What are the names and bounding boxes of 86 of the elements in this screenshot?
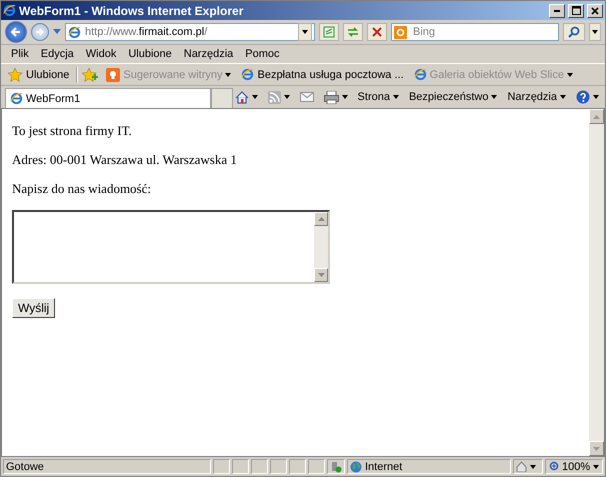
menu-item[interactable]: Widok xyxy=(80,48,122,60)
caret-icon xyxy=(252,95,258,99)
favorites-link[interactable]: Bezpłatna usługa pocztowa ... xyxy=(238,68,407,81)
minimize-button[interactable] xyxy=(549,4,565,18)
star-icon xyxy=(8,68,23,82)
compatibility-button[interactable] xyxy=(319,23,339,41)
forward-arrow-icon xyxy=(35,27,45,37)
ie-icon xyxy=(3,4,16,17)
globe-icon xyxy=(350,460,362,472)
submit-button[interactable]: Wyślij xyxy=(12,298,56,318)
caret-icon xyxy=(530,464,536,468)
forward-button[interactable] xyxy=(31,23,49,41)
zone-text: Internet xyxy=(365,460,402,472)
paragraph: Napisz do nas wiadomość: xyxy=(12,181,152,197)
caret-icon xyxy=(593,464,600,468)
caret-icon xyxy=(491,95,498,99)
status-pane xyxy=(232,459,249,474)
paragraph: To jest strona firmy IT. xyxy=(12,123,133,139)
close-icon xyxy=(372,27,382,37)
paragraph: Adres: 00-001 Warszawa ul. Warszawska 1 xyxy=(12,152,238,168)
page-icon xyxy=(323,26,335,38)
caret-icon xyxy=(342,95,348,99)
caret-icon xyxy=(284,95,290,99)
command-menu[interactable]: Strona xyxy=(356,91,401,103)
scroll-down-button[interactable] xyxy=(314,268,328,282)
refresh-icon xyxy=(347,26,359,38)
minimize-icon xyxy=(554,10,560,12)
lightbulb-icon xyxy=(106,68,120,82)
close-button[interactable] xyxy=(587,4,603,18)
status-pane xyxy=(289,459,306,474)
back-button[interactable] xyxy=(5,21,27,43)
command-menu[interactable]: Narzędzia xyxy=(505,91,568,103)
ie-icon xyxy=(414,68,427,81)
status-pane xyxy=(308,459,325,474)
caret-icon[interactable] xyxy=(53,29,61,35)
stop-button[interactable] xyxy=(367,23,387,41)
caret-icon xyxy=(560,95,566,99)
message-textarea[interactable] xyxy=(12,210,330,284)
search-icon xyxy=(568,26,580,38)
up-arrow-icon xyxy=(318,217,324,221)
scroll-up-button[interactable] xyxy=(314,212,328,226)
status-pane xyxy=(251,459,268,474)
ie-icon xyxy=(241,68,254,81)
command-menu[interactable]: Bezpieczeństwo xyxy=(406,91,500,103)
ie-icon xyxy=(10,92,23,105)
caret-icon xyxy=(392,95,399,99)
search-button[interactable] xyxy=(563,23,585,41)
house-icon xyxy=(516,461,527,472)
scroll-up-button[interactable] xyxy=(589,109,604,124)
menu-item[interactable]: Ulubione xyxy=(122,48,178,60)
zoom-button[interactable]: 100% xyxy=(545,459,603,474)
search-options-button[interactable] xyxy=(589,23,601,41)
mail-button[interactable] xyxy=(298,92,316,102)
caret-icon xyxy=(302,30,308,34)
menu-item[interactable]: Plik xyxy=(5,48,35,60)
caret-icon xyxy=(592,30,598,34)
protected-mode-icon xyxy=(330,460,342,472)
menu-item[interactable]: Edycja xyxy=(34,48,80,60)
close-icon xyxy=(591,6,599,14)
down-arrow-icon xyxy=(318,273,324,277)
down-arrow-icon xyxy=(593,446,600,450)
maximize-icon xyxy=(572,6,580,15)
window-title: WebForm1 - Windows Internet Explorer xyxy=(19,4,244,18)
help-button[interactable] xyxy=(574,90,601,104)
menu-item[interactable]: Narzędzia xyxy=(178,48,240,60)
menu-item[interactable]: Pomoc xyxy=(239,48,286,60)
dropdown-button[interactable] xyxy=(298,23,312,41)
status-text: Gotowe xyxy=(3,459,211,474)
search-provider-icon xyxy=(394,26,407,38)
scroll-down-button[interactable] xyxy=(589,441,604,456)
status-pane xyxy=(270,459,287,474)
ie-icon xyxy=(68,26,81,38)
caret-icon xyxy=(593,95,599,99)
up-arrow-icon xyxy=(593,114,600,118)
security-button[interactable] xyxy=(513,459,543,474)
feeds-button[interactable] xyxy=(266,90,292,104)
favorites-button[interactable]: Ulubione xyxy=(5,68,72,82)
maximize-button[interactable] xyxy=(568,4,584,18)
zoom-icon xyxy=(548,461,559,472)
print-button[interactable] xyxy=(322,90,350,104)
browser-tab[interactable]: WebForm1 xyxy=(5,88,211,108)
status-pane xyxy=(213,459,230,474)
address-field[interactable]: http://www.firmait.com.pl/ xyxy=(65,23,315,41)
refresh-button[interactable] xyxy=(343,23,363,41)
search-bar[interactable]: Bing xyxy=(391,23,559,41)
back-arrow-icon xyxy=(10,26,22,38)
